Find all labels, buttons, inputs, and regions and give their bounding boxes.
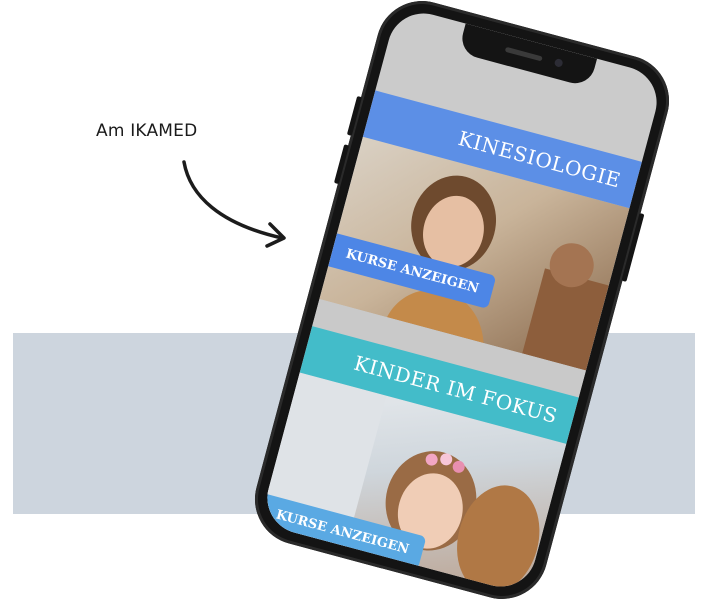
camera-icon [553, 58, 564, 68]
curved-arrow-icon [182, 160, 286, 248]
smartphone-mockup: KINESIOLOGIE KURSE ANZEIGEN KINDER IM FO… [244, 0, 680, 610]
volume-button [333, 144, 350, 185]
volume-button [346, 95, 363, 136]
phone-notch [457, 23, 598, 88]
caption-text: Am IKAMED [96, 121, 198, 141]
speaker-icon [504, 46, 543, 62]
